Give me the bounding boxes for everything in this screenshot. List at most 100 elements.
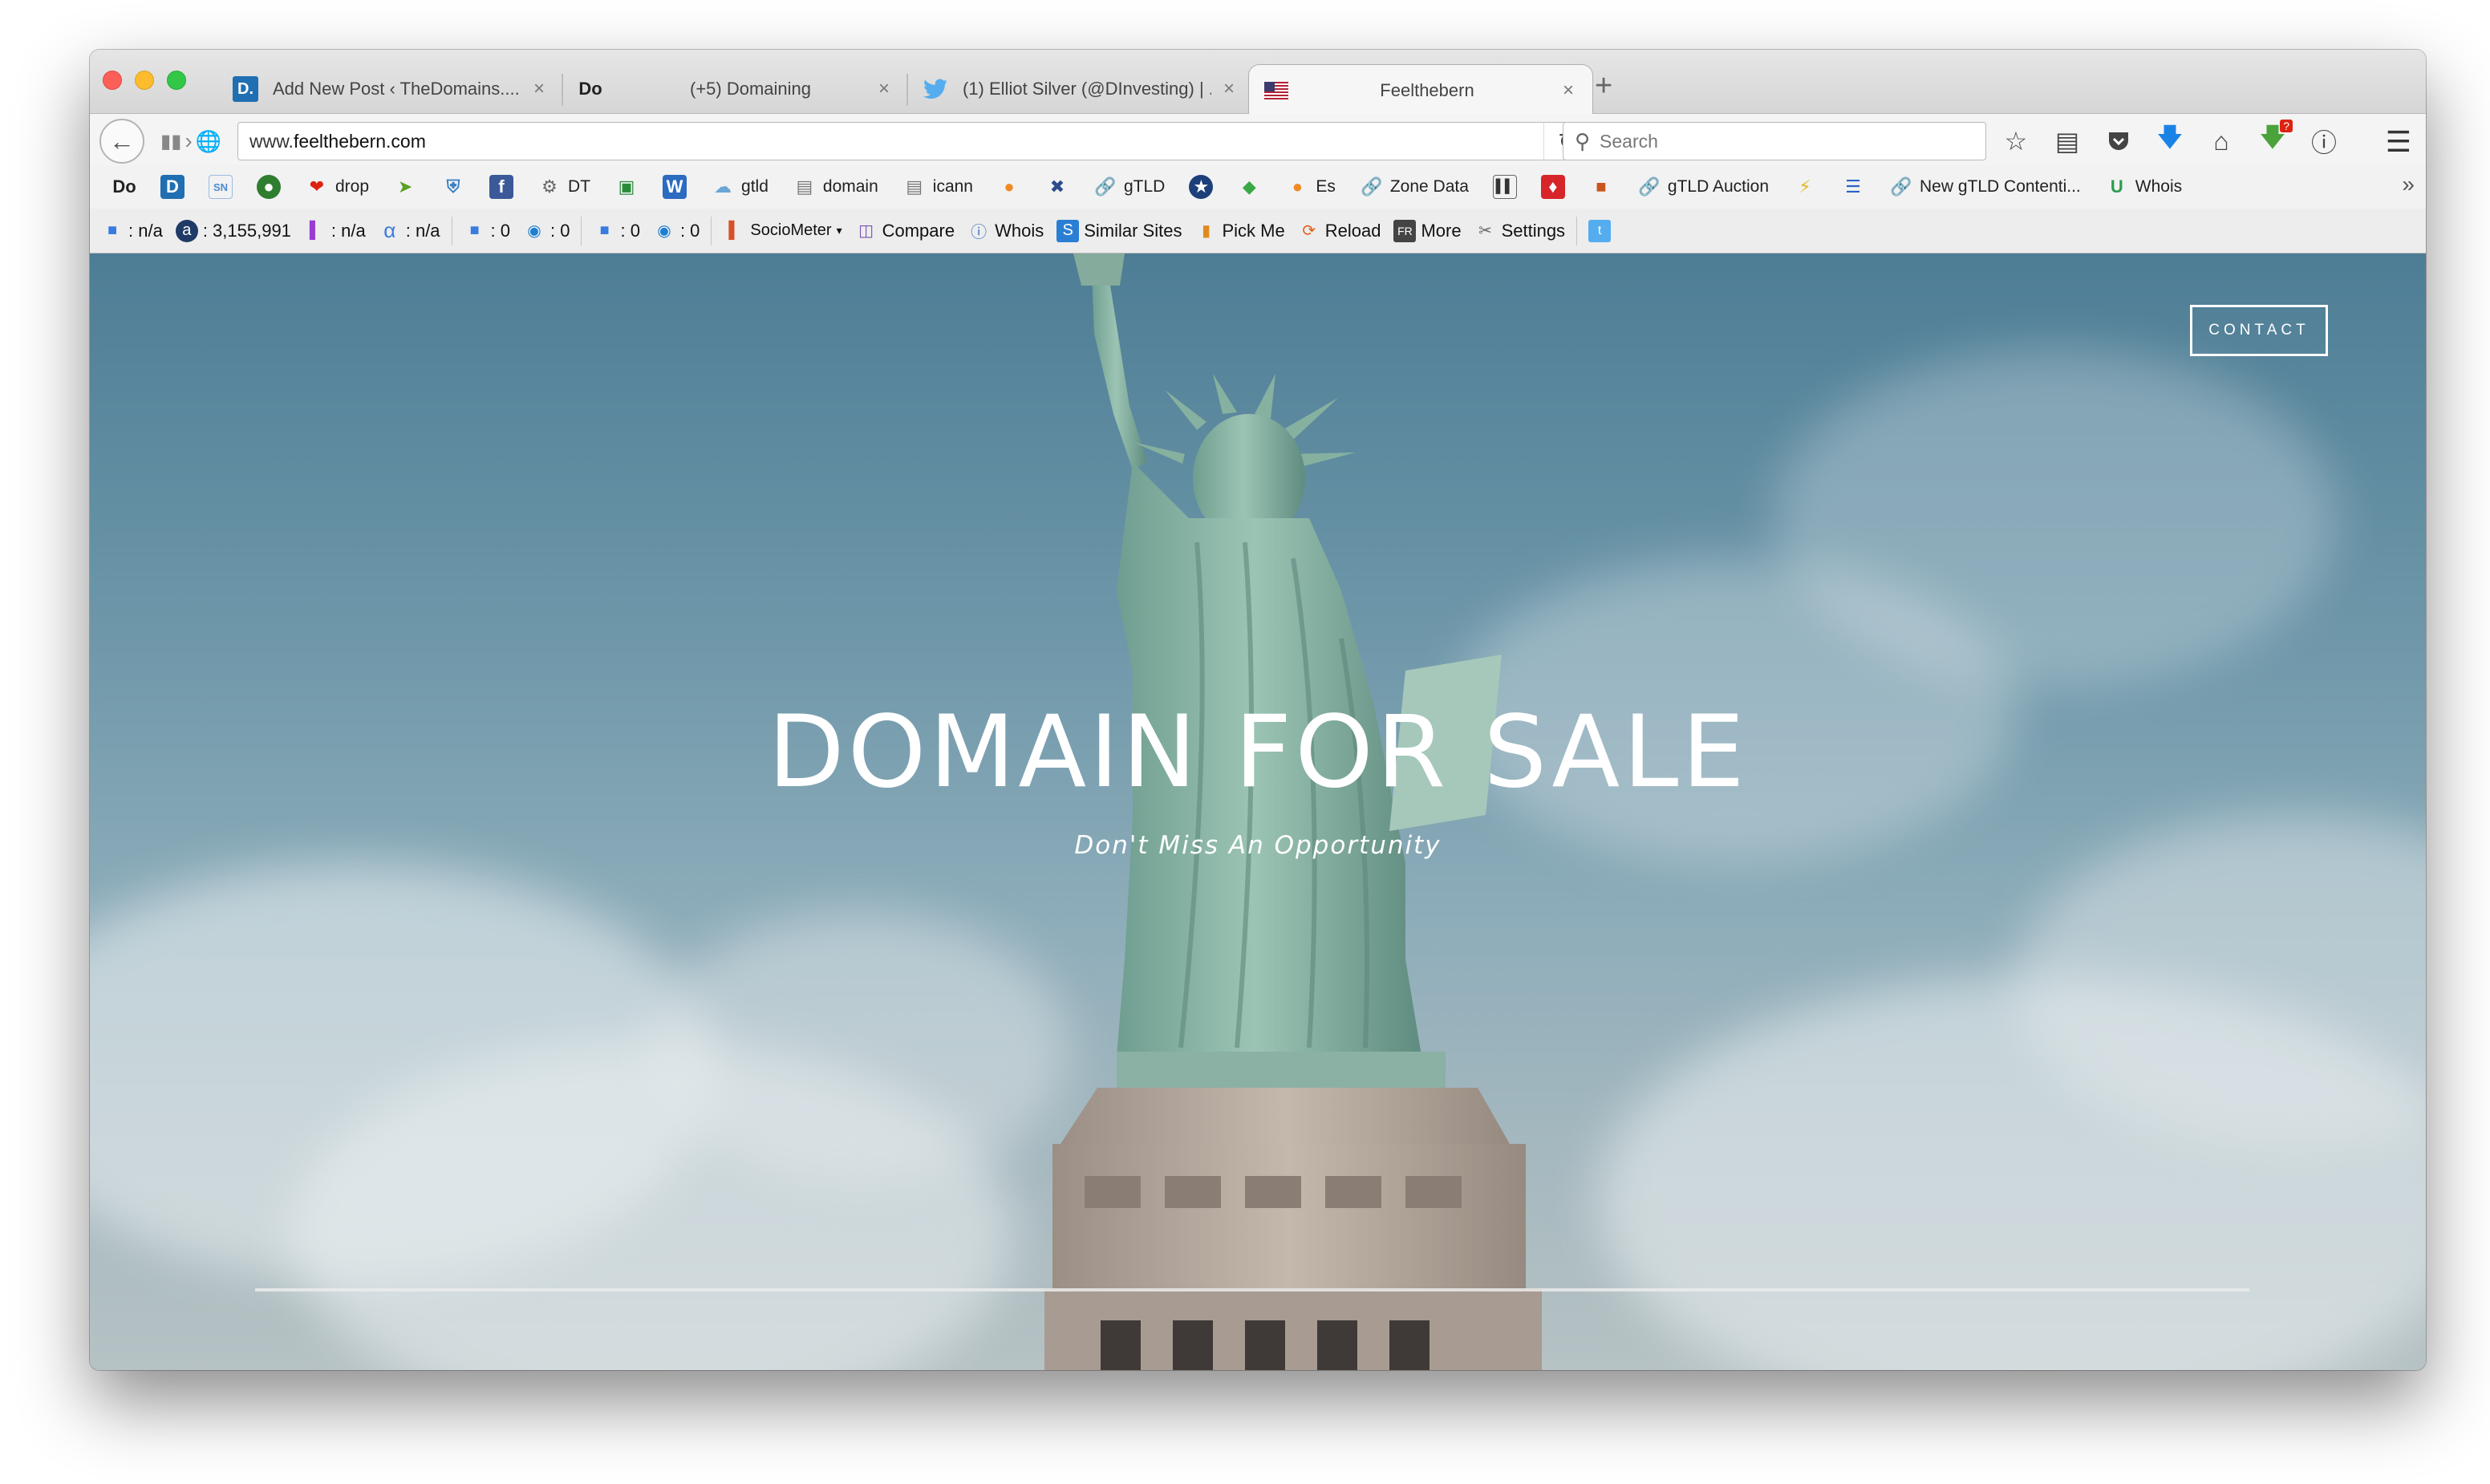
google-icon: ■: [599, 221, 610, 239]
link-icon: 🔗: [1361, 176, 1383, 197]
bookmark-star-icon[interactable]: ☆: [1999, 124, 2033, 158]
forward-chevron-icon[interactable]: ›: [185, 128, 192, 154]
link-icon: 🔗: [1638, 176, 1661, 197]
bookmark-gtld-cloud[interactable]: ☁ gtld: [703, 171, 777, 203]
bookmark-zone-data[interactable]: 🔗 Zone Data: [1352, 171, 1477, 203]
bookmark-label: Whois: [2135, 177, 2183, 196]
seo-more[interactable]: FR More: [1387, 215, 1467, 247]
green-diamond-icon: ◆: [1242, 176, 1256, 197]
bookmark-whois[interactable]: U Whois: [2097, 171, 2190, 203]
bookmark-green[interactable]: ◆: [1229, 171, 1269, 203]
bookmark-label: gTLD: [1123, 177, 1166, 196]
bookmark-es[interactable]: ● Es: [1277, 171, 1344, 203]
seo-similar-sites[interactable]: S Similar Sites: [1050, 215, 1188, 247]
bookmark-domain[interactable]: ▤ domain: [785, 171, 886, 203]
minimize-window-button[interactable]: [135, 71, 154, 90]
seo-link-label: Reload: [1324, 220, 1381, 241]
close-tab-icon[interactable]: ×: [874, 78, 894, 100]
bookmark-red[interactable]: ♦: [1533, 171, 1573, 203]
seo-whois[interactable]: ⓘ Whois: [961, 215, 1050, 247]
forward-group: ▮▮ › 🌐: [160, 125, 221, 157]
bookmark-icann[interactable]: ▤ icann: [894, 171, 981, 203]
bookmark-box[interactable]: ■: [1581, 171, 1621, 203]
bookmark-shield[interactable]: ⛨: [433, 171, 473, 203]
seo-alpha[interactable]: α: n/a: [372, 215, 447, 247]
sn-icon: SN: [209, 175, 233, 199]
search-input[interactable]: ⚲ Search: [1563, 122, 1986, 160]
seo-alexa-rank[interactable]: a: 3,155,991: [169, 215, 298, 247]
image-icon: ▣: [618, 176, 635, 197]
close-tab-icon[interactable]: ×: [1559, 79, 1578, 102]
bookmark-dt[interactable]: ⚙ DT: [529, 171, 598, 203]
seo-link-label: Settings: [1501, 220, 1566, 241]
bookmark-star[interactable]: ★: [1181, 171, 1221, 203]
bookmark-drop[interactable]: ❤ drop: [297, 171, 377, 203]
bookmarks-overflow-icon[interactable]: »: [2402, 172, 2415, 197]
bookmark-facebook[interactable]: f: [481, 171, 521, 203]
close-tab-icon[interactable]: ×: [1219, 78, 1239, 100]
seo-link-label: SocioMeter: [750, 221, 832, 239]
addon-download-icon[interactable]: 🡇?: [2256, 120, 2293, 158]
close-window-button[interactable]: [103, 71, 122, 90]
alexa-icon: a: [175, 219, 198, 242]
new-tab-button[interactable]: +: [1595, 69, 1612, 103]
seo-compare[interactable]: ◫ Compare: [849, 215, 961, 247]
seo-google-index-1[interactable]: ■: 0: [457, 215, 517, 247]
seo-bing-index-2[interactable]: ◉: 0: [647, 215, 706, 247]
bookmark-bolt[interactable]: ⚡: [1785, 171, 1825, 203]
seo-twitter[interactable]: t: [1582, 215, 1617, 247]
downloads-icon[interactable]: 🡇: [2153, 123, 2187, 158]
bookmark-image[interactable]: ▣: [606, 171, 647, 203]
seo-bars[interactable]: ▌: n/a: [298, 215, 372, 247]
colored-bars-icon: ▌: [728, 221, 740, 239]
bookmark-sn[interactable]: SN: [201, 171, 241, 203]
bookmark-label: domain: [822, 177, 878, 196]
orange-circle-icon: ●: [1292, 176, 1303, 197]
bookmark-domaining[interactable]: Do: [104, 171, 144, 203]
pocket-icon[interactable]: [2102, 124, 2135, 158]
site-identity-globe-icon[interactable]: 🌐: [196, 129, 221, 154]
seo-sociometer[interactable]: ▌ SocioMeter ▾: [716, 215, 848, 247]
green-arrow-icon: ➤: [397, 176, 413, 197]
back-button[interactable]: ←: [99, 119, 144, 164]
home-icon[interactable]: ⌂: [2204, 124, 2238, 158]
seo-value: : 0: [550, 220, 570, 241]
alpha-icon: α: [383, 218, 396, 242]
url-bar[interactable]: www.feelthebern.com i: [237, 122, 1638, 160]
seo-link-label: Compare: [882, 220, 955, 241]
tab-feelthebern[interactable]: Feelthebern ×: [1248, 64, 1593, 116]
reader-view-icon[interactable]: ▮▮: [160, 130, 181, 153]
seo-reload[interactable]: ⟳ Reload: [1292, 215, 1388, 247]
bookmark-w[interactable]: W: [655, 171, 695, 203]
tab-domaining[interactable]: Do (+5) Domaining ×: [563, 64, 908, 114]
seo-bing-index-1[interactable]: ◉: 0: [517, 215, 576, 247]
hamburger-menu-icon[interactable]: ☰: [2386, 125, 2411, 159]
bookmark-thedomains[interactable]: D: [152, 171, 193, 203]
bookmark-gtld-auction[interactable]: 🔗 gTLD Auction: [1629, 171, 1777, 203]
bookmark-orange[interactable]: ●: [989, 171, 1029, 203]
seo-value: : 0: [490, 220, 511, 241]
zoom-window-button[interactable]: [167, 71, 186, 90]
tab-thedomains[interactable]: D. Add New Post ‹ TheDomains.... ×: [218, 64, 563, 114]
bookmark-gtld-link[interactable]: 🔗 gTLD: [1085, 171, 1173, 203]
seo-settings[interactable]: ✂ Settings: [1468, 215, 1572, 247]
close-tab-icon[interactable]: ×: [529, 78, 549, 100]
info-circle-icon[interactable]: ⓘ: [2307, 124, 2341, 158]
bookmark-chart[interactable]: ▌▌: [1485, 171, 1525, 203]
thedomains-icon: D.: [233, 76, 258, 102]
thedomains-icon: D: [160, 175, 185, 199]
bookmark-arrow[interactable]: ➤: [385, 171, 425, 203]
bookmark-lines[interactable]: ☰: [1833, 171, 1873, 203]
bookmark-globe[interactable]: ●: [249, 171, 289, 203]
seo-google-index-2[interactable]: ■: 0: [586, 215, 646, 247]
link-icon: 🔗: [1890, 176, 1912, 197]
seo-google-pagerank[interactable]: ■: n/a: [95, 215, 169, 247]
divider-line: [255, 1288, 2249, 1291]
contact-button[interactable]: CONTACT: [2190, 305, 2328, 356]
search-placeholder: Search: [1600, 130, 1658, 152]
bookmark-x[interactable]: ✖: [1037, 171, 1077, 203]
bookmarks-list-icon[interactable]: ▤: [2050, 124, 2084, 158]
bookmark-new-gtld[interactable]: 🔗 New gTLD Contenti...: [1881, 171, 2089, 203]
seo-pick-me[interactable]: ▮ Pick Me: [1188, 215, 1291, 247]
tab-elliot-silver-twitter[interactable]: (1) Elliot Silver (@DInvesting) | ... ×: [908, 64, 1253, 114]
